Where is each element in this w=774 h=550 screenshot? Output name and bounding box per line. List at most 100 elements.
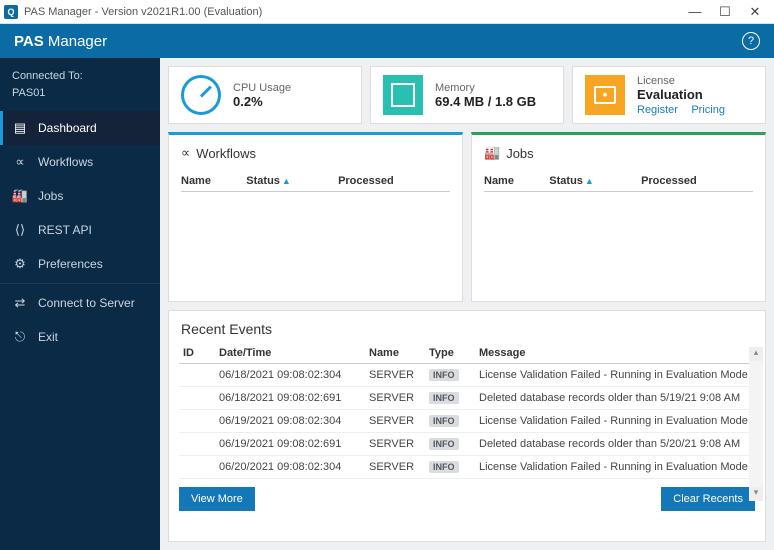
app-header: PAS Manager ?: [0, 24, 774, 58]
sidebar-item-label: Connect to Server: [38, 296, 135, 310]
connected-info: Connected To: PAS01: [0, 58, 160, 111]
memory-card: Memory 69.4 MB / 1.8 GB: [370, 66, 564, 124]
license-label: License: [637, 75, 735, 87]
events-header-row: ID Date/Time Name Type Message: [179, 343, 755, 364]
brand-light: Manager: [48, 33, 107, 50]
event-datetime: 06/20/2021 09:08:02:304: [219, 461, 369, 473]
jobs-icon: 🏭: [12, 188, 28, 204]
help-icon[interactable]: ?: [742, 32, 760, 50]
sidebar-item-dashboard[interactable]: ▤ Dashboard: [0, 111, 160, 145]
dashboard-icon: ▤: [12, 120, 28, 136]
events-col-id[interactable]: ID: [179, 347, 219, 359]
table-row[interactable]: 06/18/2021 09:08:02:691SERVERINFODeleted…: [179, 387, 755, 410]
sort-asc-icon: ▲: [282, 176, 291, 186]
event-type: INFO: [429, 461, 479, 473]
cpu-card: CPU Usage 0.2%: [168, 66, 362, 124]
minimize-button[interactable]: —: [680, 4, 710, 19]
memory-value: 69.4 MB / 1.8 GB: [435, 94, 536, 109]
main-content: CPU Usage 0.2% Memory 69.4 MB / 1.8 GB L…: [160, 58, 774, 550]
wf-col-processed[interactable]: Processed: [338, 171, 450, 192]
sidebar: Connected To: PAS01 ▤ Dashboard ∝ Workfl…: [0, 58, 160, 550]
event-name: SERVER: [369, 461, 429, 473]
titlebar: Q PAS Manager - Version v2021R1.00 (Eval…: [0, 0, 774, 24]
event-type: INFO: [429, 415, 479, 427]
table-row[interactable]: 06/19/2021 09:08:02:304SERVERINFOLicense…: [179, 410, 755, 433]
sidebar-item-label: Workflows: [38, 155, 93, 169]
cpu-label: CPU Usage: [233, 82, 291, 94]
cpu-value: 0.2%: [233, 94, 291, 109]
sidebar-item-label: Preferences: [38, 257, 103, 271]
clear-recents-button[interactable]: Clear Recents: [661, 487, 755, 511]
wf-col-name[interactable]: Name: [181, 171, 246, 192]
sidebar-item-label: REST API: [38, 223, 92, 237]
events-scrollbar[interactable]: ▴ ▾: [749, 347, 763, 501]
connect-icon: ⇄: [12, 295, 28, 311]
event-type: INFO: [429, 438, 479, 450]
sidebar-item-label: Jobs: [38, 189, 63, 203]
jb-col-processed[interactable]: Processed: [641, 171, 753, 192]
brand: PAS Manager: [14, 33, 107, 50]
event-name: SERVER: [369, 415, 429, 427]
events-col-message[interactable]: Message: [479, 347, 755, 359]
memory-chip-icon: [381, 73, 425, 117]
jb-col-name[interactable]: Name: [484, 171, 549, 192]
event-datetime: 06/19/2021 09:08:02:691: [219, 438, 369, 450]
connected-label: Connected To:: [12, 68, 148, 85]
sort-asc-icon: ▲: [585, 176, 594, 186]
window-title: PAS Manager - Version v2021R1.00 (Evalua…: [24, 6, 680, 18]
sidebar-item-exit[interactable]: ⎋ Exit: [0, 320, 160, 354]
event-type: INFO: [429, 392, 479, 404]
exit-icon: ⎋: [12, 329, 28, 345]
pricing-link[interactable]: Pricing: [691, 104, 725, 116]
event-message: Deleted database records older than 5/19…: [479, 392, 755, 404]
view-more-button[interactable]: View More: [179, 487, 255, 511]
sidebar-item-jobs[interactable]: 🏭 Jobs: [0, 179, 160, 213]
sidebar-item-label: Dashboard: [38, 121, 97, 135]
event-name: SERVER: [369, 438, 429, 450]
workflows-panel: ∝ Workflows Name Status▲ Processed: [168, 132, 463, 302]
jobs-panel: 🏭 Jobs Name Status▲ Processed: [471, 132, 766, 302]
event-datetime: 06/18/2021 09:08:02:691: [219, 392, 369, 404]
sidebar-item-connect[interactable]: ⇄ Connect to Server: [0, 286, 160, 320]
table-row[interactable]: 06/18/2021 09:08:02:304SERVERINFOLicense…: [179, 364, 755, 387]
event-datetime: 06/18/2021 09:08:02:304: [219, 369, 369, 381]
license-icon: [583, 73, 627, 117]
table-row[interactable]: 06/19/2021 09:08:02:691SERVERINFODeleted…: [179, 433, 755, 456]
event-message: License Validation Failed - Running in E…: [479, 415, 755, 427]
workflows-icon: ∝: [12, 154, 28, 170]
events-col-name[interactable]: Name: [369, 347, 429, 359]
events-title: Recent Events: [179, 319, 755, 343]
license-card: License Evaluation Register Pricing: [572, 66, 766, 124]
license-value: Evaluation: [637, 87, 735, 102]
scroll-down-icon[interactable]: ▾: [749, 487, 763, 501]
register-link[interactable]: Register: [637, 104, 678, 116]
cpu-gauge-icon: [179, 73, 223, 117]
close-button[interactable]: ✕: [740, 4, 770, 20]
connected-server: PAS01: [12, 87, 45, 99]
sidebar-item-label: Exit: [38, 330, 58, 344]
factory-icon: 🏭: [484, 145, 500, 161]
event-message: License Validation Failed - Running in E…: [479, 369, 755, 381]
jobs-title: Jobs: [506, 146, 533, 161]
recent-events-panel: Recent Events ID Date/Time Name Type Mes…: [168, 310, 766, 542]
api-icon: ⟨⟩: [12, 222, 28, 238]
jb-col-status[interactable]: Status▲: [549, 171, 641, 192]
events-col-datetime[interactable]: Date/Time: [219, 347, 369, 359]
events-col-type[interactable]: Type: [429, 347, 479, 359]
event-message: Deleted database records older than 5/20…: [479, 438, 755, 450]
event-datetime: 06/19/2021 09:08:02:304: [219, 415, 369, 427]
brand-bold: PAS: [14, 33, 44, 50]
sidebar-item-workflows[interactable]: ∝ Workflows: [0, 145, 160, 179]
event-name: SERVER: [369, 392, 429, 404]
wf-col-status[interactable]: Status▲: [246, 171, 338, 192]
maximize-button[interactable]: ☐: [710, 4, 740, 20]
gear-icon: ⚙: [12, 256, 28, 272]
table-row[interactable]: 06/20/2021 09:08:02:304SERVERINFOLicense…: [179, 456, 755, 479]
workflows-title: Workflows: [196, 146, 256, 161]
event-type: INFO: [429, 369, 479, 381]
sidebar-item-restapi[interactable]: ⟨⟩ REST API: [0, 213, 160, 247]
event-name: SERVER: [369, 369, 429, 381]
app-icon: Q: [4, 5, 18, 19]
sidebar-item-preferences[interactable]: ⚙ Preferences: [0, 247, 160, 281]
scroll-up-icon[interactable]: ▴: [749, 347, 763, 361]
